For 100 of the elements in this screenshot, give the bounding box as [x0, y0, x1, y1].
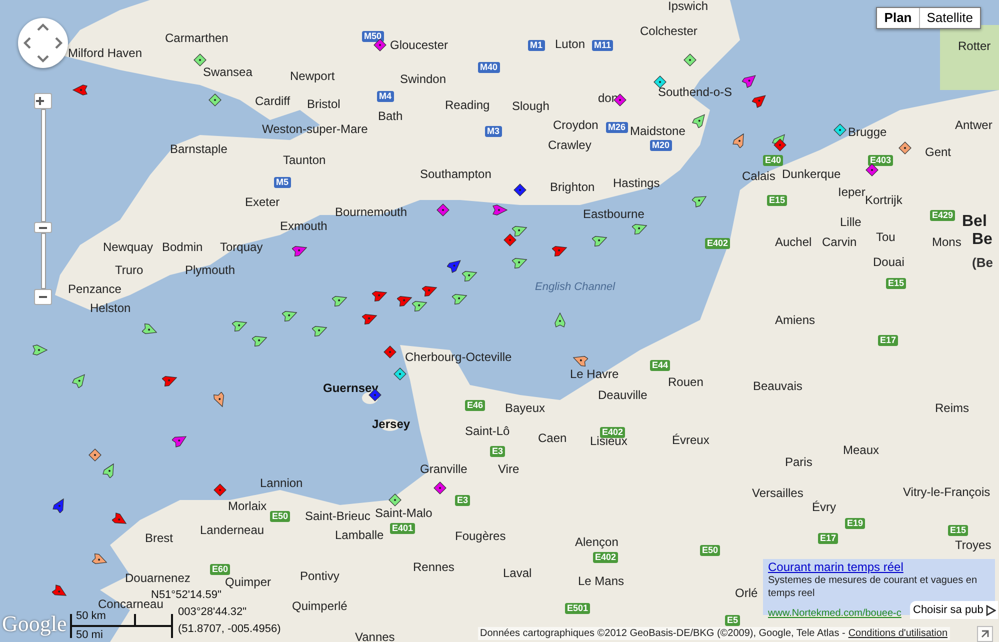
- place-label: Quimper: [225, 576, 272, 588]
- ship-diamond-icon[interactable]: [772, 137, 788, 153]
- ship-diamond-icon[interactable]: [387, 492, 403, 508]
- country-label: Bel: [962, 214, 987, 230]
- ship-arrow-icon[interactable]: [692, 112, 708, 128]
- place-label: Milford Haven: [68, 47, 142, 59]
- road-shield: M26: [606, 122, 628, 133]
- place-label: Luton: [555, 38, 586, 50]
- pan-control[interactable]: [18, 18, 68, 68]
- ship-diamond-icon[interactable]: [502, 232, 518, 248]
- place-label: Douai: [873, 256, 904, 268]
- place-label: Cardiff: [255, 95, 290, 107]
- road-shield: M5: [274, 177, 291, 188]
- ship-arrow-icon[interactable]: [32, 342, 48, 358]
- ship-arrow-icon[interactable]: [447, 257, 463, 273]
- place-label: Orlé: [735, 587, 758, 599]
- minus-icon: [38, 226, 48, 230]
- ship-arrow-icon[interactable]: [72, 372, 88, 388]
- ship-diamond-icon[interactable]: [192, 52, 208, 68]
- place-label: Évreux: [672, 434, 710, 446]
- ship-diamond-icon[interactable]: [897, 140, 913, 156]
- road-shield: E402: [600, 427, 626, 438]
- ship-diamond-icon[interactable]: [432, 480, 448, 496]
- road-shield: E17: [818, 533, 838, 544]
- ad-choice-button[interactable]: Choisir sa pub: [910, 601, 998, 619]
- ship-diamond-icon[interactable]: [864, 162, 880, 178]
- ad-choices-icon: [986, 604, 996, 616]
- place-label: Torquay: [220, 241, 263, 253]
- ship-diamond-icon[interactable]: [207, 92, 223, 108]
- place-label: Taunton: [283, 154, 326, 166]
- place-label: Gent: [925, 146, 952, 158]
- ship-arrow-icon[interactable]: [742, 72, 758, 88]
- ship-diamond-icon[interactable]: [87, 447, 103, 463]
- ship-diamond-icon[interactable]: [372, 37, 388, 53]
- ship-arrow-icon[interactable]: [552, 312, 568, 328]
- place-label: Hastings: [613, 177, 660, 189]
- place-label: Bodmin: [162, 241, 203, 253]
- overview-toggle-icon[interactable]: [977, 626, 993, 642]
- ship-arrow-icon[interactable]: [72, 82, 88, 98]
- place-label: Le Havre: [570, 368, 619, 380]
- coordinate-text: (51.8707, -005.4956): [178, 624, 281, 635]
- place-label: Troyes: [955, 539, 992, 551]
- map-type-tab[interactable]: Satellite: [918, 8, 980, 28]
- place-label: Alençon: [575, 536, 618, 548]
- road-shield: E15: [948, 525, 968, 536]
- attribution-text: Données cartographiques ©2012 GeoBasis-DE/BKG (©2009), Google, Tele Atlas -: [480, 627, 846, 640]
- road-shield: E3: [455, 495, 470, 506]
- place-label: Brest: [145, 532, 174, 544]
- place-label: Lille: [840, 216, 862, 228]
- place-label: Concarneau: [98, 598, 164, 610]
- ship-diamond-icon[interactable]: [212, 482, 228, 498]
- scale-label: 50 km: [76, 611, 106, 622]
- place-label: Évry: [812, 501, 836, 513]
- road-shield: M3: [485, 126, 502, 137]
- place-label: Vitry-le-François: [903, 486, 990, 498]
- ship-diamond-icon[interactable]: [682, 52, 698, 68]
- ship-diamond-icon[interactable]: [512, 182, 528, 198]
- road-shield: E50: [270, 511, 290, 522]
- place-label: Barnstaple: [170, 143, 228, 155]
- place-label: Deauville: [598, 389, 648, 401]
- place-label: Quimperlé: [292, 600, 348, 612]
- ship-diamond-icon[interactable]: [382, 344, 398, 360]
- google-logo: Google: [2, 613, 67, 635]
- place-label: Exeter: [245, 196, 280, 208]
- place-label: Newquay: [103, 241, 154, 253]
- road-shield: M50: [362, 31, 384, 42]
- ad-title-link[interactable]: Courant marin temps réel: [768, 560, 990, 574]
- place-label: Landerneau: [200, 524, 264, 536]
- road-shield: E3: [490, 446, 506, 457]
- zoom-slider-track[interactable]: [41, 233, 46, 289]
- road-shield: E402: [705, 238, 730, 249]
- place-label: Antwer: [955, 119, 992, 131]
- place-label: Reims: [935, 402, 970, 414]
- place-label: Mons: [932, 236, 962, 248]
- island-label: Jersey: [372, 418, 410, 430]
- zoom-in-button[interactable]: [34, 93, 52, 109]
- place-label: Penzance: [68, 283, 122, 295]
- ship-diamond-icon[interactable]: [435, 202, 451, 218]
- zoom-out-button[interactable]: [34, 289, 52, 305]
- place-label: Saint-Lô: [465, 425, 510, 437]
- zoom-slider-handle[interactable]: [34, 222, 52, 233]
- road-shield: M1: [528, 40, 545, 51]
- ship-diamond-icon[interactable]: [392, 366, 408, 382]
- road-shield: M40: [478, 62, 500, 73]
- terms-link[interactable]: Conditions d'utilisation: [848, 627, 948, 640]
- place-label: Gloucester: [390, 39, 448, 51]
- place-label: Saint-Brieuc: [305, 510, 370, 522]
- road-shield: E15: [767, 195, 788, 206]
- road-shield: E403: [868, 155, 894, 166]
- ship-arrow-icon[interactable]: [752, 92, 768, 108]
- place-label: Newport: [290, 70, 335, 82]
- place-label: Brugge: [848, 126, 887, 138]
- place-label: Croydon: [553, 119, 598, 131]
- place-label: Cherbourg-Octeville: [405, 351, 512, 363]
- ship-diamond-icon[interactable]: [832, 122, 848, 138]
- map-type-tab[interactable]: Plan: [877, 8, 919, 28]
- ship-arrow-icon[interactable]: [492, 202, 508, 218]
- road-shield: E44: [650, 360, 670, 371]
- place-label: Truro: [115, 264, 144, 276]
- zoom-slider-track[interactable]: [41, 109, 46, 222]
